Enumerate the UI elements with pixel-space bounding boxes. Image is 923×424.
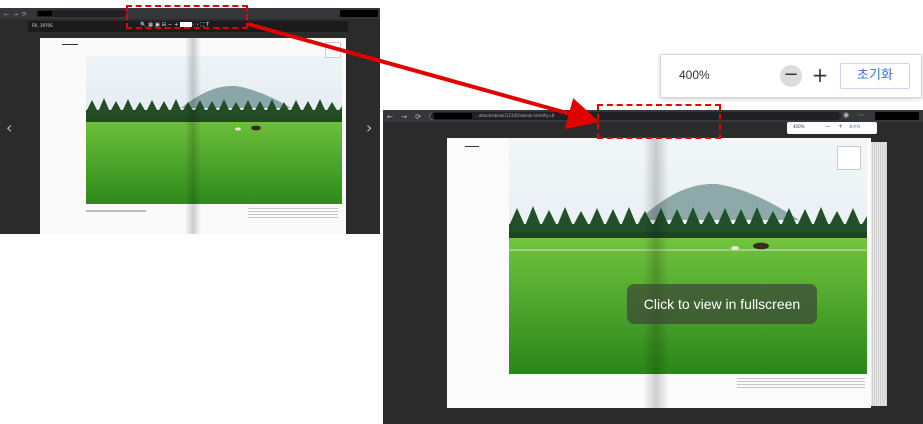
page-header-rule bbox=[465, 146, 479, 147]
mini-zoom-value: 400% bbox=[793, 124, 805, 129]
zoom-out-button[interactable]: − bbox=[780, 65, 802, 87]
highlight-box-zoom bbox=[597, 104, 721, 139]
mini-zoom-panel: 400% − + 초기화 bbox=[787, 122, 877, 134]
page-header-rule bbox=[62, 44, 78, 45]
body-text-block bbox=[248, 208, 338, 218]
zoom-value: 400% bbox=[679, 68, 710, 82]
redacted-block bbox=[38, 11, 52, 16]
body-text-block bbox=[737, 378, 865, 390]
zoom-reset-button[interactable]: 초기화 bbox=[840, 63, 910, 89]
redacted-block bbox=[875, 112, 919, 120]
redacted-block bbox=[434, 113, 472, 119]
page-thumbnail[interactable] bbox=[325, 42, 341, 58]
page-thumbnail[interactable] bbox=[837, 146, 861, 170]
mini-zoom-controls[interactable]: − + bbox=[825, 123, 846, 130]
browser-nav-icons[interactable]: ← → ⟳ bbox=[4, 11, 28, 18]
book-spread-zoomed: Click to view in fullscreen bbox=[447, 138, 887, 408]
redacted-block bbox=[340, 10, 378, 17]
mini-zoom-reset[interactable]: 초기화 bbox=[849, 124, 860, 130]
center-fold bbox=[185, 38, 201, 234]
next-page-icon[interactable]: › bbox=[366, 118, 372, 137]
center-fold bbox=[643, 138, 669, 408]
fullscreen-hint-overlay[interactable]: Click to view in fullscreen bbox=[627, 284, 817, 324]
small-viewer-window: ← → ⟳ Fill, 1970S 🔍▦▣⊟−+ ‹›⛶T ‹ › bbox=[0, 8, 380, 234]
browser-action-icons[interactable]: ◉ ⋯ bbox=[843, 111, 867, 119]
photo-caption bbox=[86, 210, 146, 212]
highlight-box-toolbar bbox=[126, 5, 248, 29]
pasture-photo bbox=[86, 56, 342, 204]
url-text: ...ebook/ebook/12345/ebook.html#p=8 bbox=[475, 113, 555, 118]
prev-page-icon[interactable]: ‹ bbox=[6, 118, 12, 137]
small-url-field[interactable] bbox=[36, 10, 126, 17]
toolbar-title: Fill, 1970S bbox=[32, 23, 53, 28]
pasture-photo-zoomed bbox=[509, 138, 867, 374]
large-viewer-window: ← → ⟳ ⓘ ...ebook/ebook/12345/ebook.html#… bbox=[383, 110, 923, 424]
book-spread bbox=[40, 38, 346, 234]
page-edges bbox=[871, 142, 887, 406]
comparison-canvas: ← → ⟳ Fill, 1970S 🔍▦▣⊟−+ ‹›⛶T ‹ › 400% −… bbox=[0, 0, 923, 424]
zoom-in-button[interactable]: + bbox=[809, 63, 831, 87]
zoom-panel-callout: 400% − + 초기화 bbox=[660, 54, 922, 98]
